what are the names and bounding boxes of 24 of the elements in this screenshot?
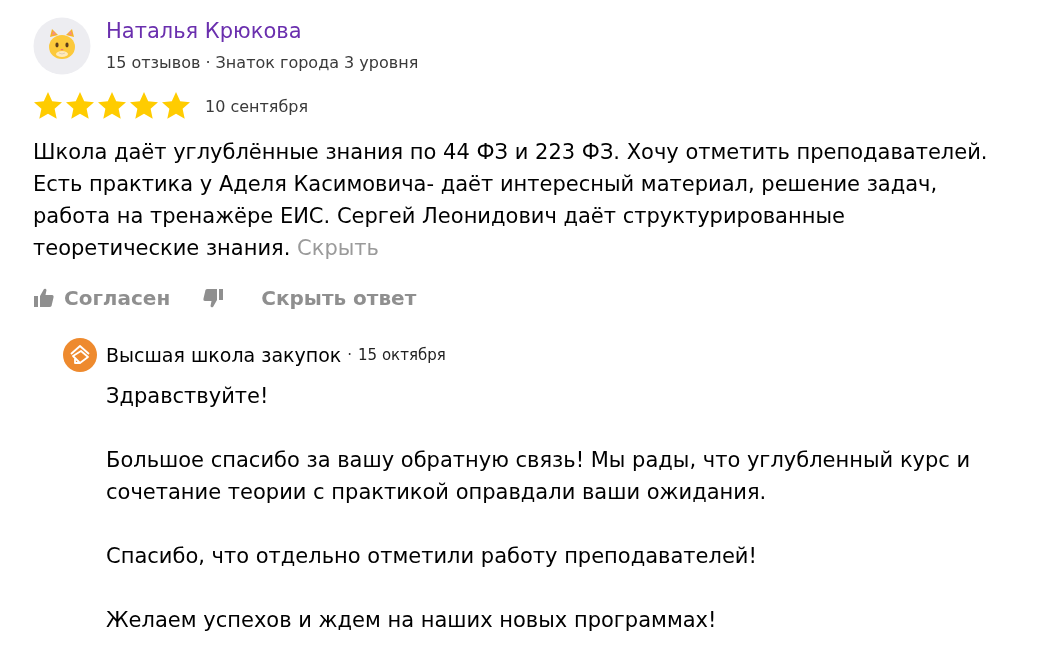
hide-link[interactable]: Скрыть [297, 236, 379, 260]
author-name[interactable]: Наталья Крюкова [106, 17, 302, 45]
review-date: 10 сентября [205, 96, 309, 116]
star-icon [129, 91, 159, 121]
reply-author: Высшая школа закупок [106, 344, 342, 366]
author-meta: 15 отзывов · Знаток города 3 уровня [106, 52, 419, 74]
star-icon [65, 91, 95, 121]
cat-avatar-icon [33, 17, 91, 75]
reply-paragraph: Большое спасибо за вашу обратную связь! Мы рады, что углубленный курс и сочетание теории с практикой оправдали ваши ожидания. [106, 447, 972, 506]
hide-reply-button[interactable]: Скрыть ответ [261, 282, 417, 314]
dislike-button[interactable] [202, 287, 225, 309]
company-logo-icon [63, 338, 97, 372]
review-text: Школа даёт углублённые знания по 44 ФЗ и 223 ФЗ. Хочу отметить преподавателей. Есть практика у Аделя Касимовича- даёт интересный материал, решение задач, работа на тренажёре ЕИС. Сергей Леонидович даёт структурированные теоретические знания. Скрыть [33, 139, 989, 262]
reply-date: 15 октября [358, 346, 446, 364]
reply-paragraph: Здравствуйте! [106, 383, 270, 410]
star-icon [97, 91, 127, 121]
thumb-down-icon [202, 287, 225, 309]
separator-dot: · [347, 346, 353, 364]
reply-paragraph: Желаем успехов и ждем на наших новых программах! [106, 607, 718, 634]
star-icon [161, 91, 191, 121]
star-icon [33, 91, 63, 121]
agree-button[interactable]: Согласен [33, 282, 171, 314]
reply-paragraph: Спасибо, что отдельно отметили работу преподавателей! [106, 543, 758, 570]
thumb-up-icon [33, 287, 55, 309]
